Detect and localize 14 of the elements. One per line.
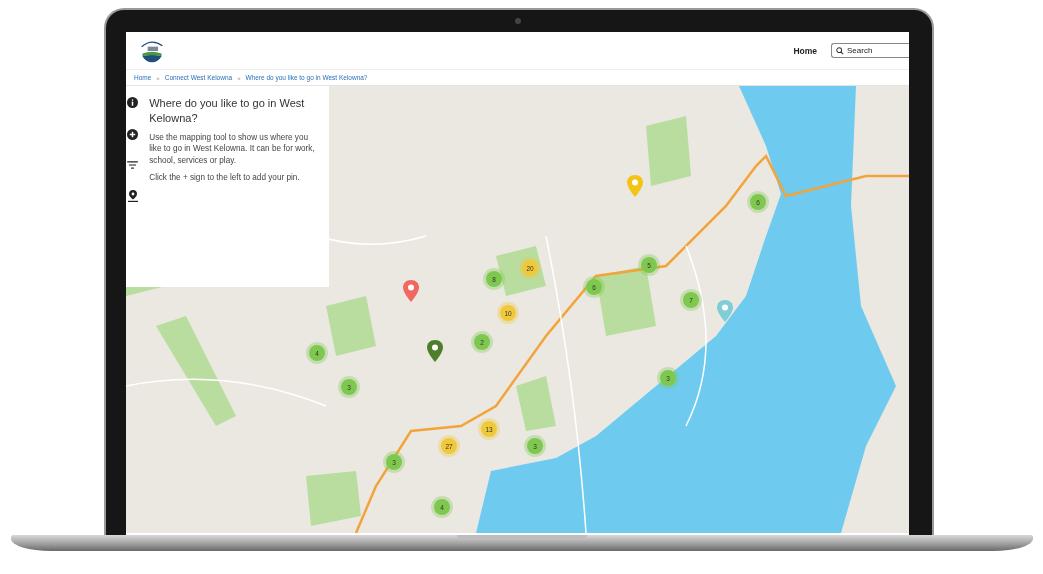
map-pin-icon[interactable]	[403, 280, 419, 302]
panel-text: Use the mapping tool to show us where you like to go in West Kelowna. It can be for work, school, services or play.	[149, 131, 316, 167]
panel-text: Click the + sign to the left to add your pin.	[149, 172, 301, 184]
pin-icon[interactable]	[127, 190, 138, 202]
camera-icon	[515, 18, 521, 24]
search-icon	[836, 47, 844, 55]
panel-title: Where do you like to go in West Kelowna?	[149, 96, 306, 126]
search-field[interactable]: Search	[831, 43, 909, 58]
home-link[interactable]: Home	[793, 45, 817, 56]
map-pin-icon[interactable]	[427, 340, 443, 362]
info-icon[interactable]	[127, 97, 139, 108]
filter-icon[interactable]	[127, 161, 139, 169]
logo-icon	[139, 38, 165, 63]
add-icon[interactable]	[127, 129, 139, 140]
